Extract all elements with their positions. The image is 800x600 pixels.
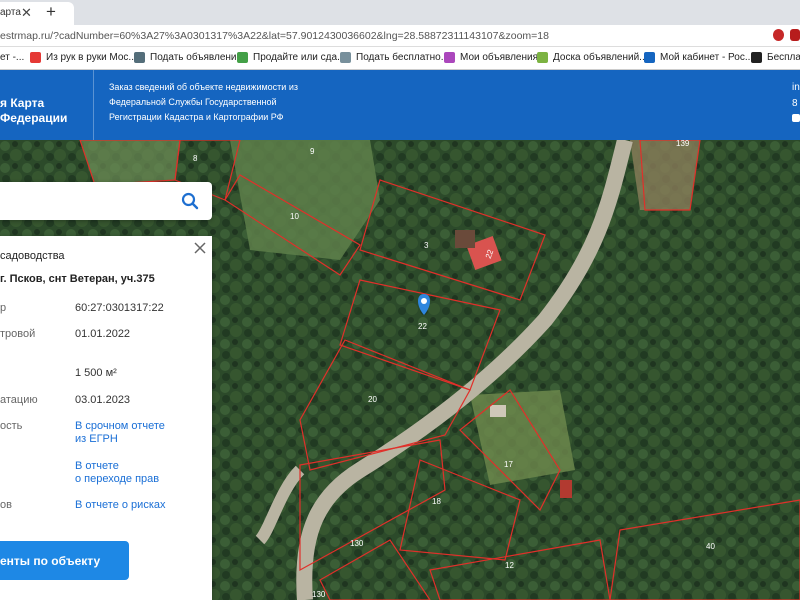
marker-label: 22 xyxy=(418,322,427,331)
transfer-report-link[interactable]: В отчете о переходе прав xyxy=(75,460,159,486)
search-input[interactable] xyxy=(0,182,212,220)
circle-icon xyxy=(237,52,248,63)
header-contact[interactable]: in xyxy=(792,82,800,93)
bookmark-item[interactable]: Доска объявлений... xyxy=(537,52,648,63)
building xyxy=(455,230,475,248)
risks-report-link[interactable]: В отчете о рисках xyxy=(75,499,166,512)
parcel-label-10: 10 xyxy=(290,212,299,221)
bookmark-item[interactable]: Из рук в руки Мос... xyxy=(30,52,137,63)
bookmark-label: Мой кабинет - Рос... xyxy=(660,52,754,63)
bookmark-item[interactable]: Мой кабинет - Рос... xyxy=(644,52,753,63)
parcel-label-20: 20 xyxy=(368,395,377,404)
parcel-label-40: 40 xyxy=(706,542,715,551)
risks-label: ов xyxy=(0,499,12,511)
bookmark-item[interactable]: ет -... xyxy=(0,52,24,63)
bookmark-label: Доска объявлений... xyxy=(553,52,648,63)
ownership-label: ость xyxy=(0,420,23,432)
object-documents-button[interactable]: енты по объекту xyxy=(0,541,129,580)
bookmark-label: Продайте или сда... xyxy=(253,52,346,63)
building xyxy=(490,405,506,417)
clearing-area xyxy=(80,140,180,185)
bookmark-item[interactable]: Мои объявления xyxy=(444,52,538,63)
cadastral-number-label: р xyxy=(0,302,7,314)
site-header: я Карта Федерации Заказ сведений об объе… xyxy=(0,70,800,140)
close-icon[interactable] xyxy=(192,240,208,256)
object-address: г. Псков, снт Ветеран, уч.375 xyxy=(0,273,155,285)
site-logo-line2[interactable]: Федерации xyxy=(0,111,67,125)
search-icon[interactable] xyxy=(181,192,199,210)
parcel-label-12: 12 xyxy=(505,561,514,570)
registration-date-value: 03.01.2023 xyxy=(75,394,131,406)
cadastral-date-value: 01.01.2022 xyxy=(75,328,131,340)
area-value: 1 500 м² xyxy=(75,367,117,379)
site-logo-line1[interactable]: я Карта xyxy=(0,96,44,110)
board-icon xyxy=(537,52,548,63)
extension-icon[interactable] xyxy=(790,29,800,41)
header-info-text: Заказ сведений об объекте недвижимости и… xyxy=(109,82,298,122)
header-phone[interactable]: 8 xyxy=(792,98,798,109)
parcel-label-3: 3 xyxy=(424,241,429,250)
cadastral-number-value: 60:27:0301317:22 xyxy=(75,302,164,314)
bookmark-item[interactable]: Подать бесплатно... xyxy=(340,52,449,63)
gear-icon xyxy=(340,52,351,63)
irr-icon xyxy=(30,52,41,63)
parcel-label-9: 9 xyxy=(310,147,315,156)
browser-tab-bar: арта ✕ + xyxy=(0,0,800,25)
parcel-label-130: 130 xyxy=(350,539,364,548)
parcel-label-18: 18 xyxy=(432,497,441,506)
parcel-label-139: 139 xyxy=(676,140,690,148)
new-tab-icon[interactable]: + xyxy=(46,2,56,22)
extension-icon[interactable] xyxy=(773,29,784,41)
doc-icon xyxy=(751,52,762,63)
bookmark-item[interactable]: Бесплатн xyxy=(751,52,800,63)
flag-icon xyxy=(644,52,655,63)
cadastral-date-label: тровой xyxy=(0,328,36,340)
parcel-label-130b: 130 xyxy=(312,590,326,599)
header-divider xyxy=(93,70,94,140)
building xyxy=(560,480,572,498)
bookmark-label: Подать объявление xyxy=(150,52,243,63)
avito-icon xyxy=(444,52,455,63)
bookmarks-bar: ет -... Из рук в руки Мос... Подать объявл… xyxy=(0,47,800,70)
tab-title: арта xyxy=(0,7,21,18)
address-bar[interactable]: estrmap.ru/?cadNumber=60%3A27%3A0301317%… xyxy=(0,25,800,47)
bookmark-label: ет -... xyxy=(0,52,25,63)
bookmark-label: Мои объявления xyxy=(460,52,538,63)
parcel-label-8: 8 xyxy=(193,154,198,163)
bookmark-item[interactable]: Продайте или сда... xyxy=(237,52,345,63)
close-tab-icon[interactable]: ✕ xyxy=(21,5,32,21)
object-info-panel: садоводства г. Псков, снт Ветеран, уч.37… xyxy=(0,236,212,600)
parcel-label-17: 17 xyxy=(504,460,513,469)
url-text[interactable]: estrmap.ru/?cadNumber=60%3A27%3A0301317%… xyxy=(0,30,549,42)
header-icon[interactable] xyxy=(792,114,800,122)
registration-date-label: атацию xyxy=(0,394,38,406)
browser-tab[interactable]: арта ✕ xyxy=(0,2,74,25)
urgent-report-link[interactable]: В срочном отчете из ЕГРН xyxy=(75,420,165,446)
bookmark-label: Бесплатн xyxy=(767,52,800,63)
object-category: садоводства xyxy=(0,250,65,262)
bookmark-label: Подать бесплатно... xyxy=(356,52,450,63)
page-icon xyxy=(134,52,145,63)
bookmark-item[interactable]: Подать объявление xyxy=(134,52,242,63)
bookmark-label: Из рук в руки Мос... xyxy=(46,52,137,63)
